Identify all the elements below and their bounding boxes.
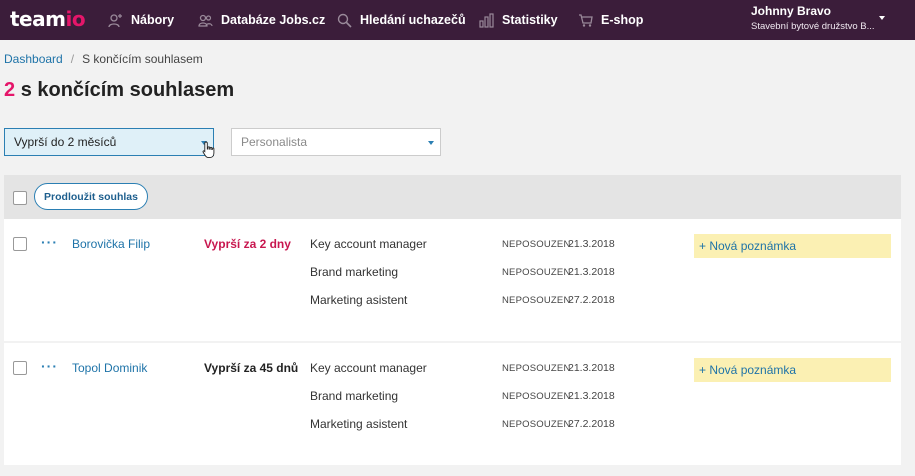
job-status: NEPOSOUZEN [502, 391, 571, 402]
candidate-name-link[interactable]: Borovička Filip [72, 237, 150, 251]
job-date: 27.2.2018 [568, 294, 615, 306]
page-title: 2 s končícím souhlasem [4, 79, 234, 102]
nav-label: E-shop [601, 13, 644, 27]
breadcrumb-current: S končícím souhlasem [82, 52, 203, 66]
job-status: NEPOSOUZEN [502, 267, 571, 278]
job-status: NEPOSOUZEN [502, 419, 571, 430]
bar-chart-icon [479, 12, 494, 28]
recruiter-filter-select[interactable]: Personalista [231, 128, 441, 156]
extend-consent-button[interactable]: Prodloužit souhlas [34, 183, 148, 210]
recruiter-filter-placeholder: Personalista [241, 135, 308, 149]
job-title: Brand marketing [310, 265, 399, 279]
logo-text: team [10, 7, 66, 31]
add-note-button[interactable]: + Nová poznámka [694, 234, 891, 258]
job-date: 21.3.2018 [568, 390, 615, 402]
add-note-button[interactable]: + Nová poznámka [694, 358, 891, 382]
expiry-filter-value: Vyprší do 2 měsíců [14, 135, 117, 149]
consent-expiry: Vyprší za 45 dnů [204, 361, 299, 375]
job-date: 21.3.2018 [568, 266, 615, 278]
hand-cursor-icon [202, 141, 215, 159]
breadcrumb: Dashboard / S končícím souhlasem [4, 52, 203, 66]
nav-label: Hledání uchazečů [360, 13, 466, 27]
nav-item-eshop[interactable]: E-shop [578, 0, 643, 40]
teamio-logo[interactable]: teamio [10, 7, 86, 31]
logo-accent-text: io [65, 7, 86, 31]
row-checkbox[interactable] [13, 237, 27, 251]
page-title-text: s končícím souhlasem [20, 79, 235, 101]
chevron-down-icon[interactable] [879, 16, 885, 20]
nav-item-databaze[interactable]: Databáze Jobs.cz [198, 0, 325, 40]
job-status: NEPOSOUZEN [502, 295, 571, 306]
expiry-filter-select[interactable]: Vyprší do 2 měsíců [4, 128, 214, 156]
breadcrumb-dashboard-link[interactable]: Dashboard [4, 52, 63, 66]
candidate-name-link[interactable]: Topol Dominik [72, 361, 147, 375]
user-organization: Stavební bytové družstvo B... [751, 21, 875, 32]
job-date: 21.3.2018 [568, 362, 615, 374]
breadcrumb-separator: / [70, 52, 75, 66]
more-options-icon[interactable]: ··· [41, 234, 58, 250]
user-name: Johnny Bravo [751, 4, 832, 18]
job-title: Marketing asistent [310, 417, 408, 431]
nav-item-statistiky[interactable]: Statistiky [479, 0, 558, 40]
user-menu[interactable]: Johnny Bravo Stavební bytové družstvo B.… [751, 4, 875, 32]
nav-label: Statistiky [502, 13, 558, 27]
more-options-icon[interactable]: ··· [41, 358, 58, 374]
database-people-icon [198, 14, 213, 27]
candidate-row: ··· Topol Dominik Vyprší za 45 dnů Key a… [4, 343, 901, 465]
candidate-row: ··· Borovička Filip Vyprší za 2 dny Key … [4, 219, 901, 341]
nav-item-nabory[interactable]: Nábory [108, 0, 174, 40]
candidate-count: 2 [4, 79, 16, 101]
job-date: 27.2.2018 [568, 418, 615, 430]
job-status: NEPOSOUZEN [502, 239, 571, 250]
job-title: Key account manager [310, 237, 427, 251]
recruitment-icon [108, 13, 122, 27]
bulk-actions-toolbar: Prodloužit souhlas [4, 175, 901, 219]
select-all-checkbox[interactable] [13, 191, 27, 205]
job-title: Brand marketing [310, 389, 399, 403]
row-checkbox[interactable] [13, 361, 27, 375]
top-navigation-bar: teamio Nábory Databáze Jobs.cz Hledání u… [0, 0, 915, 40]
nav-label: Nábory [131, 13, 175, 27]
job-title: Key account manager [310, 361, 427, 375]
search-candidates-icon [337, 13, 352, 28]
nav-item-hledani[interactable]: Hledání uchazečů [337, 0, 466, 40]
cart-icon [579, 13, 593, 27]
job-status: NEPOSOUZEN [502, 363, 571, 374]
chevron-down-icon [428, 141, 434, 145]
job-date: 21.3.2018 [568, 238, 615, 250]
job-title: Marketing asistent [310, 293, 408, 307]
nav-label: Databáze Jobs.cz [221, 13, 326, 27]
consent-expiry: Vyprší za 2 dny [204, 237, 291, 251]
